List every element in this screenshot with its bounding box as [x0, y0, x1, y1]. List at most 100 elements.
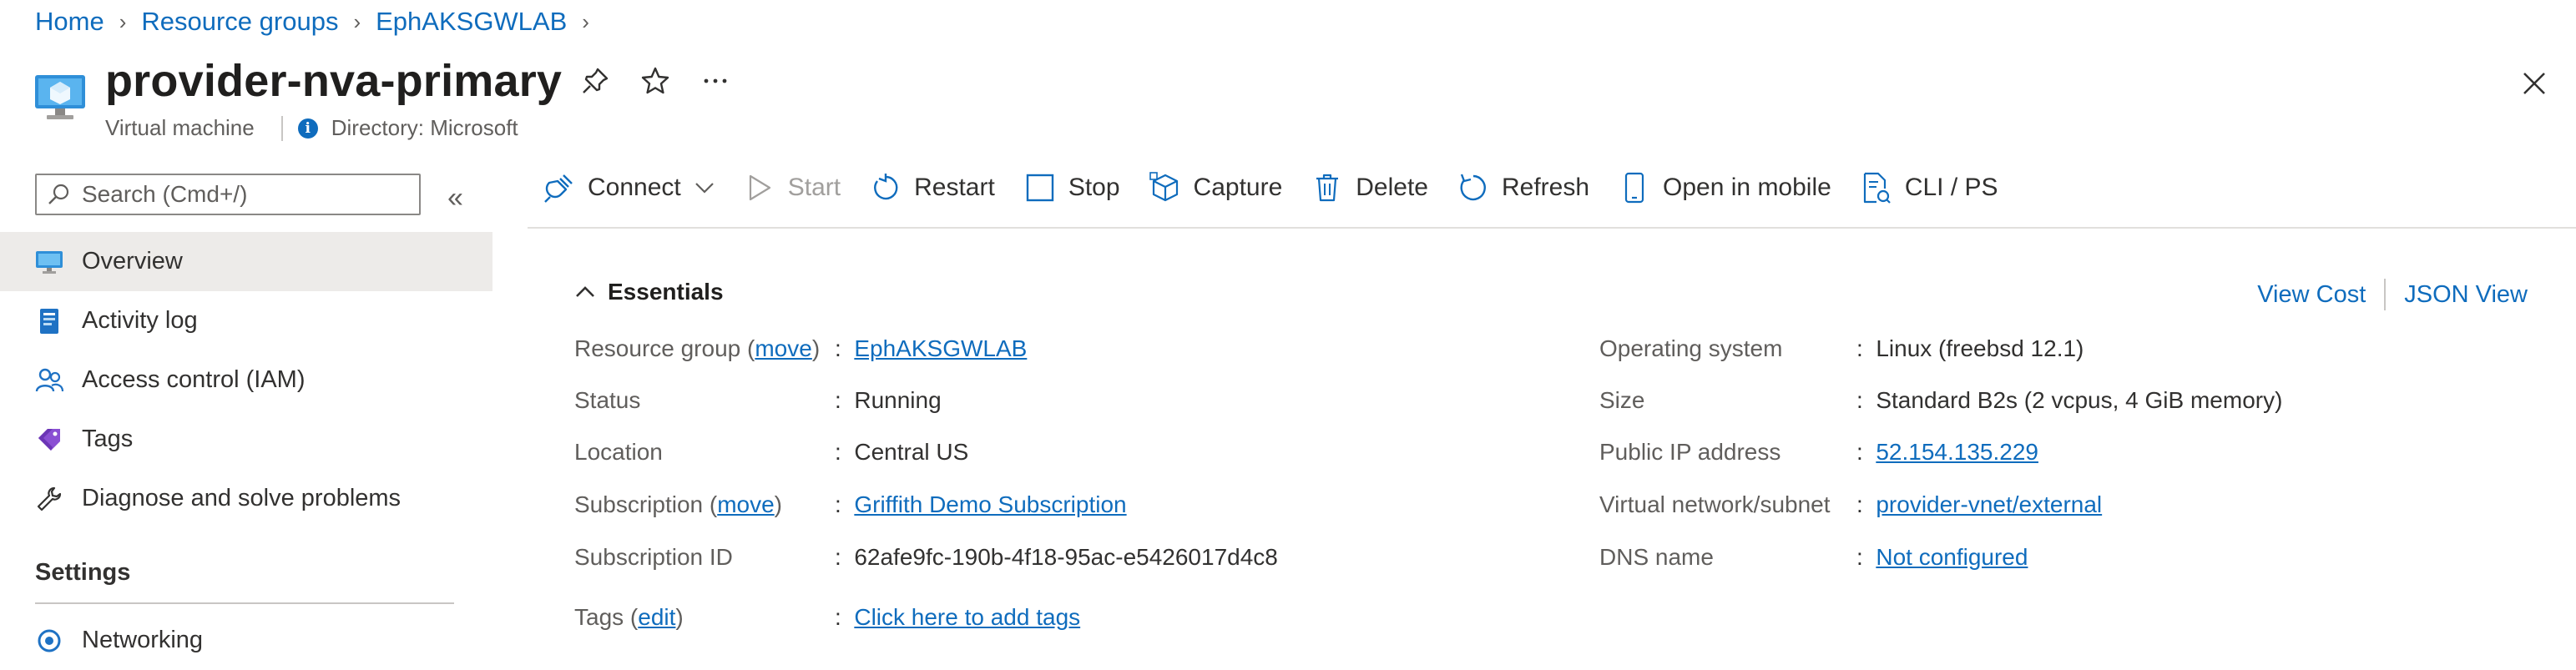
breadcrumb-resource-groups[interactable]: Resource groups [141, 7, 338, 37]
essentials-header: Essentials [608, 279, 724, 305]
resource-type: Virtual machine [105, 115, 255, 140]
play-icon [743, 171, 776, 204]
prop-label: Public IP address [1599, 439, 1781, 465]
sidebar-item-overview[interactable]: Overview [0, 232, 492, 291]
sidebar-item-label: Overview [82, 248, 183, 275]
view-cost-link[interactable]: View Cost [2257, 281, 2366, 309]
command-bar: Connect Start Restart Stop Capture Delet… [543, 171, 2027, 204]
breadcrumb-resource-group[interactable]: EphAKSGWLAB [376, 7, 567, 37]
pin-icon[interactable] [579, 65, 611, 97]
stop-icon [1023, 171, 1057, 204]
tag-icon [35, 426, 63, 454]
prop-label: Subscription (move) [574, 491, 782, 517]
refresh-label: Refresh [1501, 174, 1590, 201]
prop-location: Location [574, 439, 663, 466]
prop-dns-value: : Not configured [1856, 544, 2028, 571]
search-input[interactable]: Search (Cmd+/) [35, 174, 421, 215]
move-subscription-link[interactable]: move [717, 491, 774, 517]
prop-os: Operating system [1599, 335, 1782, 362]
public-ip-link[interactable]: 52.154.135.229 [1876, 439, 2038, 466]
edit-tags-link[interactable]: edit [638, 604, 675, 630]
sidebar-item-label: Tags [82, 426, 134, 452]
close-icon[interactable] [2518, 67, 2551, 100]
essentials-toggle[interactable]: Essentials [574, 279, 724, 305]
sidebar-item-diagnose[interactable]: Diagnose and solve problems [0, 469, 492, 528]
prop-status: Status [574, 387, 640, 414]
sidebar-item-label: Activity log [82, 307, 198, 334]
dns-link[interactable]: Not configured [1876, 544, 2028, 571]
refresh-icon [1457, 171, 1490, 204]
sidebar-nav: Overview Activity log Access control (IA… [0, 232, 492, 528]
collapse-sidebar-icon[interactable]: « [447, 182, 463, 214]
prop-label: DNS name [1599, 544, 1714, 570]
networking-icon [35, 627, 63, 655]
prop-public-ip: Public IP address [1599, 439, 1780, 466]
json-view-link[interactable]: JSON View [2404, 281, 2528, 309]
chevron-right-icon: › [119, 8, 127, 34]
prop-resource-group-value: : EphAKSGWLAB [835, 335, 1028, 362]
status-value: Running [854, 387, 942, 413]
more-icon[interactable] [700, 65, 731, 97]
restart-label: Restart [914, 174, 995, 201]
prop-location-value: : Central US [835, 439, 969, 465]
restart-button[interactable]: Restart [869, 171, 995, 204]
sidebar-item-networking[interactable]: Networking [0, 611, 492, 670]
mobile-phone-icon [1618, 171, 1651, 204]
sidebar-item-activity-log[interactable]: Activity log [0, 291, 492, 350]
sidebar-item-tags[interactable]: Tags [0, 410, 492, 469]
prop-status-value: : Running [835, 387, 942, 413]
subscription-link[interactable]: Griffith Demo Subscription [854, 491, 1126, 518]
prop-resource-group: Resource group (move) [574, 335, 820, 362]
add-tags-link[interactable]: Click here to add tags [854, 604, 1080, 631]
refresh-button[interactable]: Refresh [1457, 171, 1589, 204]
view-links: View Cost JSON View [2257, 279, 2528, 310]
open-in-mobile-button[interactable]: Open in mobile [1618, 171, 1831, 204]
prop-label: Size [1599, 387, 1645, 413]
prop-size: Size [1599, 387, 1644, 414]
open-in-mobile-label: Open in mobile [1663, 174, 1831, 201]
breadcrumb-home[interactable]: Home [35, 7, 104, 37]
start-label: Start [787, 174, 841, 201]
cli-ps-label: CLI / PS [1904, 174, 1998, 201]
prop-label: Virtual network/subnet [1599, 491, 1831, 517]
cli-ps-button[interactable]: CLI / PS [1860, 171, 1998, 204]
connect-button[interactable]: Connect [543, 171, 715, 204]
plug-icon [543, 171, 576, 204]
size-value: Standard B2s (2 vcpus, 4 GiB memory) [1876, 387, 2283, 413]
chevron-right-icon: › [582, 8, 589, 34]
chevron-right-icon: › [353, 8, 361, 34]
vnet-link[interactable]: provider-vnet/external [1876, 491, 2102, 518]
os-value: Linux (freebsd 12.1) [1876, 335, 2084, 361]
sidebar-item-access-control[interactable]: Access control (IAM) [0, 350, 492, 410]
prop-vnet-value: : provider-vnet/external [1856, 491, 2103, 518]
chevron-up-icon [576, 286, 594, 297]
prop-label: Tags (edit) [574, 604, 684, 630]
page-title: provider-nva-primary [105, 56, 563, 106]
directory-label: Directory: Microsoft [331, 115, 518, 140]
stop-label: Stop [1068, 174, 1120, 201]
capture-button[interactable]: Capture [1149, 171, 1283, 204]
trash-icon [1311, 171, 1344, 204]
star-icon[interactable] [639, 65, 671, 97]
prop-subscription-id-value: : 62afe9fc-190b-4f18-95ac-e5426017d4c8 [835, 544, 1278, 570]
delete-button[interactable]: Delete [1311, 171, 1428, 204]
people-icon [35, 366, 63, 395]
stop-button[interactable]: Stop [1023, 171, 1120, 204]
location-value: Central US [854, 439, 969, 465]
prop-subscription: Subscription (move) [574, 491, 782, 518]
virtual-machine-icon [33, 70, 87, 123]
subscription-id-value: 62afe9fc-190b-4f18-95ac-e5426017d4c8 [854, 544, 1278, 570]
prop-public-ip-value: : 52.154.135.229 [1856, 439, 2038, 466]
title-actions [579, 65, 731, 97]
chevron-down-icon [695, 181, 715, 194]
settings-section-header: Settings [35, 559, 131, 586]
capture-label: Capture [1193, 174, 1283, 201]
prop-subscription-value: : Griffith Demo Subscription [835, 491, 1127, 518]
divider [35, 602, 454, 604]
prop-size-value: : Standard B2s (2 vcpus, 4 GiB memory) [1856, 387, 2283, 413]
move-resource-group-link[interactable]: move [755, 335, 811, 361]
sidebar-item-label: Networking [82, 627, 204, 653]
start-button[interactable]: Start [743, 171, 841, 204]
resource-group-link[interactable]: EphAKSGWLAB [854, 335, 1027, 362]
capture-icon [1149, 171, 1182, 204]
